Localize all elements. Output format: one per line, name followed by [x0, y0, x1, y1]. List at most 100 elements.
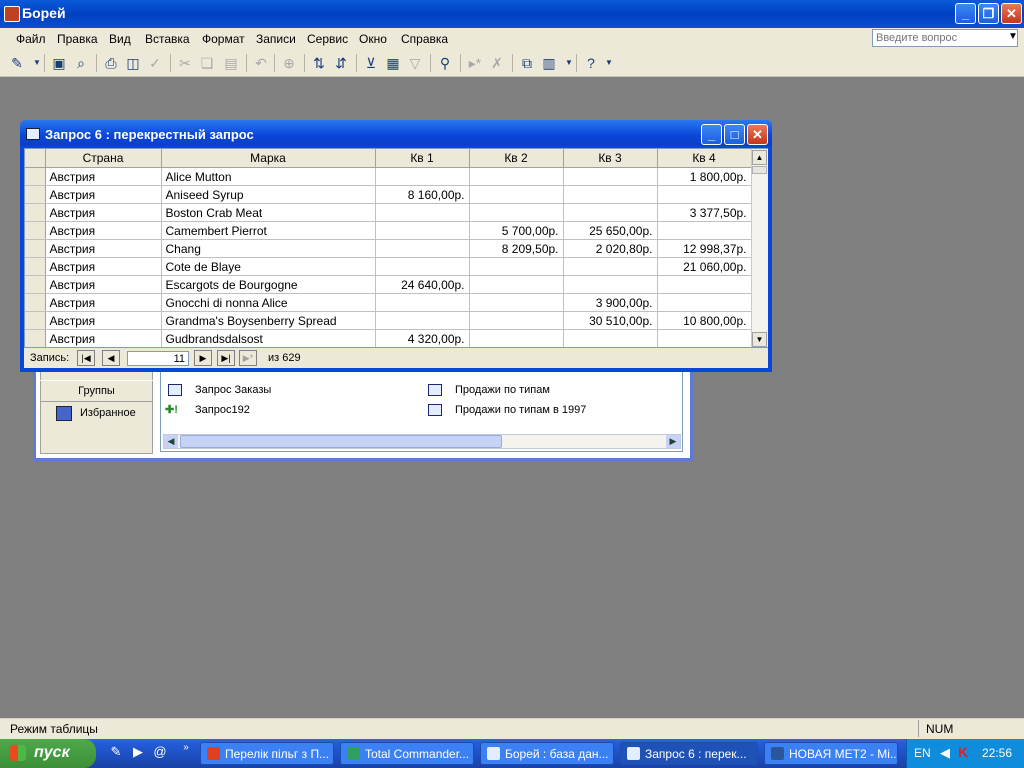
- query-maximize-button[interactable]: □: [724, 124, 745, 145]
- table-cell[interactable]: [563, 275, 658, 294]
- language-indicator[interactable]: EN: [914, 746, 931, 760]
- delete-record-icon[interactable]: ✗: [488, 54, 506, 72]
- table-cell[interactable]: 8 160,00р.: [375, 185, 470, 204]
- table-cell[interactable]: 4 320,00р.: [375, 329, 470, 347]
- table-cell[interactable]: 25 650,00р.: [563, 221, 658, 240]
- scroll-up-icon[interactable]: ▲: [752, 150, 767, 165]
- table-cell[interactable]: [375, 293, 470, 312]
- filter-by-selection-icon[interactable]: ⊻: [362, 54, 380, 72]
- table-cell[interactable]: [657, 221, 752, 240]
- row-selector[interactable]: [25, 167, 46, 186]
- vertical-scrollbar[interactable]: [751, 149, 768, 347]
- object-item[interactable]: Запрос Заказы: [195, 384, 271, 396]
- first-record-button[interactable]: |◀: [77, 350, 95, 366]
- table-cell[interactable]: [375, 239, 470, 258]
- table-cell[interactable]: [657, 293, 752, 312]
- database-window-icon[interactable]: ⧉: [518, 54, 536, 72]
- table-cell[interactable]: [657, 185, 752, 204]
- row-selector[interactable]: [25, 239, 46, 258]
- table-cell[interactable]: [469, 311, 564, 330]
- column-header[interactable]: Страна: [45, 149, 162, 168]
- scroll-right-icon[interactable]: ▶: [666, 435, 680, 448]
- save-icon[interactable]: ▣: [50, 54, 68, 72]
- column-header[interactable]: Кв 4: [657, 149, 752, 168]
- row-selector[interactable]: [25, 221, 46, 240]
- column-header[interactable]: Кв 1: [375, 149, 470, 168]
- column-header[interactable]: Марка: [161, 149, 376, 168]
- table-cell[interactable]: Австрия: [45, 185, 162, 204]
- scroll-thumb[interactable]: [180, 435, 502, 448]
- menu-window[interactable]: Окно: [359, 32, 387, 46]
- table-cell[interactable]: Австрия: [45, 311, 162, 330]
- taskbar-item[interactable]: Борей : база дан...: [480, 742, 614, 765]
- table-cell[interactable]: [469, 185, 564, 204]
- table-cell[interactable]: [657, 275, 752, 294]
- row-selector[interactable]: [25, 311, 46, 330]
- scroll-left-icon[interactable]: ◀: [164, 435, 178, 448]
- table-cell[interactable]: Chang: [161, 239, 376, 258]
- design-view-icon[interactable]: ✎: [8, 54, 26, 72]
- table-cell[interactable]: 12 998,37р.: [657, 239, 752, 258]
- taskbar-item[interactable]: НОВАЯ МЕТ2 - Mi...: [764, 742, 898, 765]
- menu-help[interactable]: Справка: [401, 32, 448, 46]
- spelling-icon[interactable]: ✓: [146, 54, 164, 72]
- table-cell[interactable]: [469, 293, 564, 312]
- table-cell[interactable]: [469, 257, 564, 276]
- row-selector[interactable]: [25, 293, 46, 312]
- table-cell[interactable]: 1 800,00р.: [657, 167, 752, 186]
- row-selector[interactable]: [25, 257, 46, 276]
- table-cell[interactable]: 2 020,80р.: [563, 239, 658, 258]
- new-object-icon[interactable]: ▥: [540, 54, 558, 72]
- table-cell[interactable]: 24 640,00р.: [375, 275, 470, 294]
- table-cell[interactable]: Австрия: [45, 167, 162, 186]
- table-cell[interactable]: [469, 203, 564, 222]
- table-cell[interactable]: Alice Mutton: [161, 167, 376, 186]
- query-minimize-button[interactable]: _: [701, 124, 722, 145]
- taskbar-item[interactable]: Total Commander...: [340, 742, 474, 765]
- close-button[interactable]: ✕: [1001, 3, 1022, 24]
- table-cell[interactable]: Австрия: [45, 293, 162, 312]
- favorites-item[interactable]: Избранное: [80, 407, 136, 419]
- table-cell[interactable]: Австрия: [45, 203, 162, 222]
- table-cell[interactable]: [375, 221, 470, 240]
- row-selector[interactable]: [25, 185, 46, 204]
- groups-button[interactable]: Группы: [40, 380, 153, 402]
- menu-edit[interactable]: Правка: [57, 32, 98, 46]
- table-cell[interactable]: 3 377,50р.: [657, 203, 752, 222]
- find-icon[interactable]: ⚲: [436, 54, 454, 72]
- row-selector[interactable]: [25, 275, 46, 294]
- table-cell[interactable]: 5 700,00р.: [469, 221, 564, 240]
- select-all-corner[interactable]: [25, 149, 46, 168]
- current-record-field[interactable]: [127, 351, 189, 366]
- print-preview-icon[interactable]: ◫: [124, 54, 142, 72]
- table-cell[interactable]: Cote de Blaye: [161, 257, 376, 276]
- browser-quicklaunch-icon[interactable]: @: [152, 744, 168, 760]
- table-cell[interactable]: [469, 329, 564, 347]
- sort-ascending-icon[interactable]: ⇅: [310, 54, 328, 72]
- table-cell[interactable]: Австрия: [45, 239, 162, 258]
- table-cell[interactable]: [375, 203, 470, 222]
- menu-view[interactable]: Вид: [109, 32, 131, 46]
- copy-icon[interactable]: ❏: [198, 54, 216, 72]
- menu-tools[interactable]: Сервис: [307, 32, 348, 46]
- table-cell[interactable]: [375, 257, 470, 276]
- menu-records[interactable]: Записи: [256, 32, 296, 46]
- ask-question-input[interactable]: [872, 29, 1018, 47]
- app-titlebar[interactable]: [0, 0, 1024, 28]
- table-cell[interactable]: Австрия: [45, 221, 162, 240]
- table-cell[interactable]: 3 900,00р.: [563, 293, 658, 312]
- table-cell[interactable]: [469, 275, 564, 294]
- print-icon[interactable]: ⎙: [102, 54, 120, 72]
- menu-insert[interactable]: Вставка: [145, 32, 190, 46]
- table-cell[interactable]: 10 800,00р.: [657, 311, 752, 330]
- table-cell[interactable]: Gudbrandsdalsost: [161, 329, 376, 347]
- sort-descending-icon[interactable]: ⇵: [332, 54, 350, 72]
- menu-file[interactable]: Файл: [16, 32, 46, 46]
- object-item[interactable]: Запрос192: [195, 404, 250, 416]
- table-cell[interactable]: Австрия: [45, 329, 162, 347]
- new-record-button[interactable]: ▶*: [239, 350, 257, 366]
- table-cell[interactable]: 21 060,00р.: [657, 257, 752, 276]
- table-cell[interactable]: Camembert Pierrot: [161, 221, 376, 240]
- cut-icon[interactable]: ✂: [176, 54, 194, 72]
- help-icon[interactable]: ?: [582, 54, 600, 72]
